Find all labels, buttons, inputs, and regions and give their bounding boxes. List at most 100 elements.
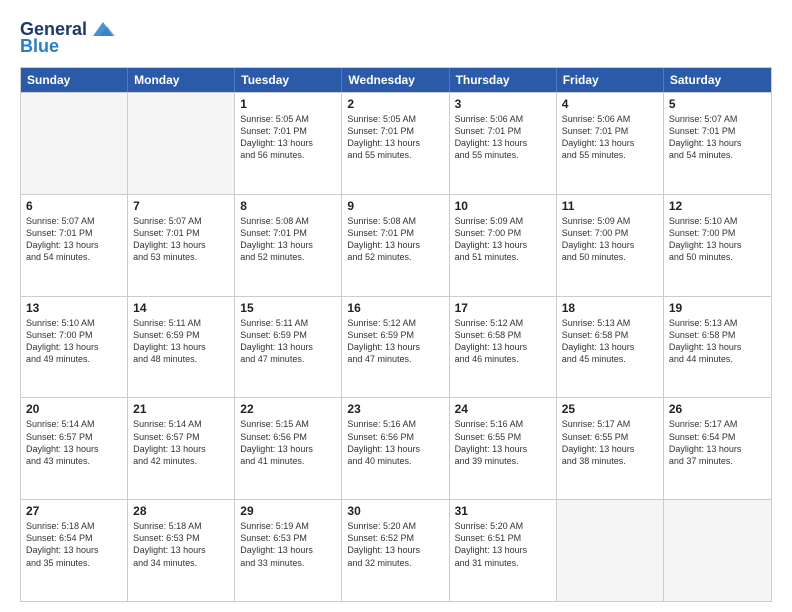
day-number: 26 <box>669 402 766 416</box>
cal-cell-2-4: 9 Sunrise: 5:08 AMSunset: 7:01 PMDaylight… <box>342 195 449 296</box>
day-number: 12 <box>669 199 766 213</box>
day-number: 2 <box>347 97 443 111</box>
cal-cell-4-3: 22 Sunrise: 5:15 AMSunset: 6:56 PMDayligh… <box>235 398 342 499</box>
cal-cell-2-1: 6 Sunrise: 5:07 AMSunset: 7:01 PMDaylight… <box>21 195 128 296</box>
cal-cell-3-5: 17 Sunrise: 5:12 AMSunset: 6:58 PMDayligh… <box>450 297 557 398</box>
day-number: 18 <box>562 301 658 315</box>
cell-info: Sunrise: 5:06 AMSunset: 7:01 PMDaylight:… <box>455 113 551 162</box>
cal-cell-2-3: 8 Sunrise: 5:08 AMSunset: 7:01 PMDaylight… <box>235 195 342 296</box>
cell-info: Sunrise: 5:10 AMSunset: 7:00 PMDaylight:… <box>26 317 122 366</box>
day-number: 5 <box>669 97 766 111</box>
cell-info: Sunrise: 5:07 AMSunset: 7:01 PMDaylight:… <box>669 113 766 162</box>
page: General Blue SundayMondayTuesdayWednesda… <box>0 0 792 612</box>
cell-info: Sunrise: 5:16 AMSunset: 6:56 PMDaylight:… <box>347 418 443 467</box>
cell-info: Sunrise: 5:09 AMSunset: 7:00 PMDaylight:… <box>455 215 551 264</box>
day-header-sunday: Sunday <box>21 68 128 92</box>
day-header-monday: Monday <box>128 68 235 92</box>
header: General Blue <box>20 18 772 57</box>
cal-cell-4-6: 25Sunrise: 5:17 AMSunset: 6:55 PMDayligh… <box>557 398 664 499</box>
day-number: 4 <box>562 97 658 111</box>
cell-info: Sunrise: 5:07 AMSunset: 7:01 PMDaylight:… <box>26 215 122 264</box>
day-number: 11 <box>562 199 658 213</box>
cell-info: Sunrise: 5:11 AMSunset: 6:59 PMDaylight:… <box>133 317 229 366</box>
calendar-row-2: 6 Sunrise: 5:07 AMSunset: 7:01 PMDaylight… <box>21 194 771 296</box>
cal-cell-2-5: 10 Sunrise: 5:09 AMSunset: 7:00 PMDayligh… <box>450 195 557 296</box>
calendar: SundayMondayTuesdayWednesdayThursdayFrid… <box>20 67 772 602</box>
cal-cell-5-1: 27 Sunrise: 5:18 AMSunset: 6:54 PMDayligh… <box>21 500 128 601</box>
cal-cell-5-3: 29Sunrise: 5:19 AMSunset: 6:53 PMDayligh… <box>235 500 342 601</box>
cal-cell-4-1: 20 Sunrise: 5:14 AMSunset: 6:57 PMDayligh… <box>21 398 128 499</box>
day-number: 21 <box>133 402 229 416</box>
cal-cell-3-6: 18Sunrise: 5:13 AMSunset: 6:58 PMDayligh… <box>557 297 664 398</box>
cal-cell-4-2: 21Sunrise: 5:14 AMSunset: 6:57 PMDayligh… <box>128 398 235 499</box>
cell-info: Sunrise: 5:14 AMSunset: 6:57 PMDaylight:… <box>26 418 122 467</box>
day-number: 16 <box>347 301 443 315</box>
day-number: 31 <box>455 504 551 518</box>
cal-cell-3-7: 19Sunrise: 5:13 AMSunset: 6:58 PMDayligh… <box>664 297 771 398</box>
cal-cell-3-1: 13 Sunrise: 5:10 AMSunset: 7:00 PMDayligh… <box>21 297 128 398</box>
cal-cell-4-5: 24Sunrise: 5:16 AMSunset: 6:55 PMDayligh… <box>450 398 557 499</box>
cal-cell-2-2: 7Sunrise: 5:07 AMSunset: 7:01 PMDaylight… <box>128 195 235 296</box>
day-number: 6 <box>26 199 122 213</box>
cell-info: Sunrise: 5:11 AMSunset: 6:59 PMDaylight:… <box>240 317 336 366</box>
cell-info: Sunrise: 5:20 AMSunset: 6:51 PMDaylight:… <box>455 520 551 569</box>
cell-info: Sunrise: 5:07 AMSunset: 7:01 PMDaylight:… <box>133 215 229 264</box>
day-header-tuesday: Tuesday <box>235 68 342 92</box>
day-number: 28 <box>133 504 229 518</box>
cell-info: Sunrise: 5:10 AMSunset: 7:00 PMDaylight:… <box>669 215 766 264</box>
cell-info: Sunrise: 5:05 AMSunset: 7:01 PMDaylight:… <box>347 113 443 162</box>
day-number: 17 <box>455 301 551 315</box>
cell-info: Sunrise: 5:12 AMSunset: 6:58 PMDaylight:… <box>455 317 551 366</box>
day-number: 20 <box>26 402 122 416</box>
cell-info: Sunrise: 5:18 AMSunset: 6:54 PMDaylight:… <box>26 520 122 569</box>
cell-info: Sunrise: 5:08 AMSunset: 7:01 PMDaylight:… <box>347 215 443 264</box>
day-number: 30 <box>347 504 443 518</box>
logo-icon <box>89 18 117 40</box>
cal-cell-3-4: 16 Sunrise: 5:12 AMSunset: 6:59 PMDayligh… <box>342 297 449 398</box>
calendar-header: SundayMondayTuesdayWednesdayThursdayFrid… <box>21 68 771 92</box>
cal-cell-5-4: 30 Sunrise: 5:20 AMSunset: 6:52 PMDayligh… <box>342 500 449 601</box>
cell-info: Sunrise: 5:08 AMSunset: 7:01 PMDaylight:… <box>240 215 336 264</box>
cal-cell-3-2: 14 Sunrise: 5:11 AMSunset: 6:59 PMDayligh… <box>128 297 235 398</box>
day-number: 15 <box>240 301 336 315</box>
cell-info: Sunrise: 5:17 AMSunset: 6:55 PMDaylight:… <box>562 418 658 467</box>
calendar-body: 1 Sunrise: 5:05 AMSunset: 7:01 PMDaylight… <box>21 92 771 601</box>
cal-cell-1-6: 4 Sunrise: 5:06 AMSunset: 7:01 PMDaylight… <box>557 93 664 194</box>
day-number: 14 <box>133 301 229 315</box>
cell-info: Sunrise: 5:15 AMSunset: 6:56 PMDaylight:… <box>240 418 336 467</box>
day-number: 3 <box>455 97 551 111</box>
day-number: 23 <box>347 402 443 416</box>
cal-cell-3-3: 15 Sunrise: 5:11 AMSunset: 6:59 PMDayligh… <box>235 297 342 398</box>
cell-info: Sunrise: 5:09 AMSunset: 7:00 PMDaylight:… <box>562 215 658 264</box>
cal-cell-1-2 <box>128 93 235 194</box>
cal-cell-5-2: 28Sunrise: 5:18 AMSunset: 6:53 PMDayligh… <box>128 500 235 601</box>
cal-cell-5-6 <box>557 500 664 601</box>
day-number: 9 <box>347 199 443 213</box>
calendar-row-4: 20 Sunrise: 5:14 AMSunset: 6:57 PMDayligh… <box>21 397 771 499</box>
cal-cell-1-1 <box>21 93 128 194</box>
cell-info: Sunrise: 5:05 AMSunset: 7:01 PMDaylight:… <box>240 113 336 162</box>
day-number: 1 <box>240 97 336 111</box>
day-number: 8 <box>240 199 336 213</box>
day-number: 13 <box>26 301 122 315</box>
day-number: 24 <box>455 402 551 416</box>
day-number: 10 <box>455 199 551 213</box>
cal-cell-4-4: 23 Sunrise: 5:16 AMSunset: 6:56 PMDayligh… <box>342 398 449 499</box>
day-number: 22 <box>240 402 336 416</box>
cell-info: Sunrise: 5:20 AMSunset: 6:52 PMDaylight:… <box>347 520 443 569</box>
day-header-saturday: Saturday <box>664 68 771 92</box>
calendar-row-3: 13 Sunrise: 5:10 AMSunset: 7:00 PMDayligh… <box>21 296 771 398</box>
calendar-row-1: 1 Sunrise: 5:05 AMSunset: 7:01 PMDaylight… <box>21 92 771 194</box>
cal-cell-1-5: 3 Sunrise: 5:06 AMSunset: 7:01 PMDaylight… <box>450 93 557 194</box>
cell-info: Sunrise: 5:06 AMSunset: 7:01 PMDaylight:… <box>562 113 658 162</box>
day-header-thursday: Thursday <box>450 68 557 92</box>
cal-cell-5-5: 31 Sunrise: 5:20 AMSunset: 6:51 PMDayligh… <box>450 500 557 601</box>
cell-info: Sunrise: 5:12 AMSunset: 6:59 PMDaylight:… <box>347 317 443 366</box>
logo-blue: Blue <box>20 36 59 57</box>
cal-cell-4-7: 26 Sunrise: 5:17 AMSunset: 6:54 PMDayligh… <box>664 398 771 499</box>
day-header-wednesday: Wednesday <box>342 68 449 92</box>
day-number: 19 <box>669 301 766 315</box>
cal-cell-2-6: 11 Sunrise: 5:09 AMSunset: 7:00 PMDayligh… <box>557 195 664 296</box>
cell-info: Sunrise: 5:17 AMSunset: 6:54 PMDaylight:… <box>669 418 766 467</box>
day-number: 27 <box>26 504 122 518</box>
